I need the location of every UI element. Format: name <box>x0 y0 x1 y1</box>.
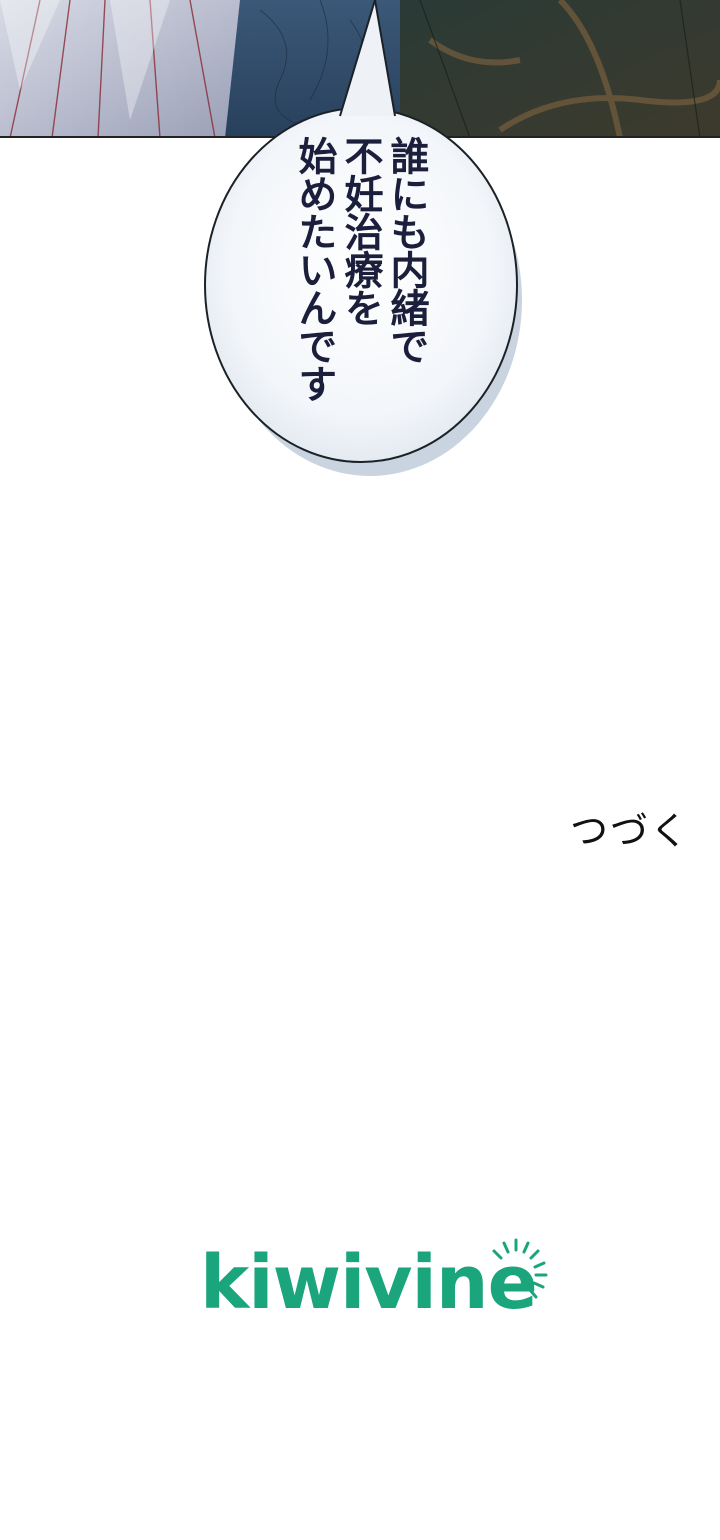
speech-line-2: 不妊治療を <box>338 136 383 326</box>
speech-text: 誰にも内緒で 不妊治療を 始めたいんです <box>290 136 430 406</box>
speech-bubble: 誰にも内緒で 不妊治療を 始めたいんです <box>0 0 720 500</box>
speech-line-1: 誰にも内緒で <box>384 136 429 364</box>
to-be-continued-text: つづく <box>570 809 691 853</box>
logo-sparkle-icon <box>492 1238 548 1299</box>
speech-line-3: 始めたいんです <box>292 136 337 402</box>
kiwivine-logo: kiwivine <box>200 1232 560 1326</box>
